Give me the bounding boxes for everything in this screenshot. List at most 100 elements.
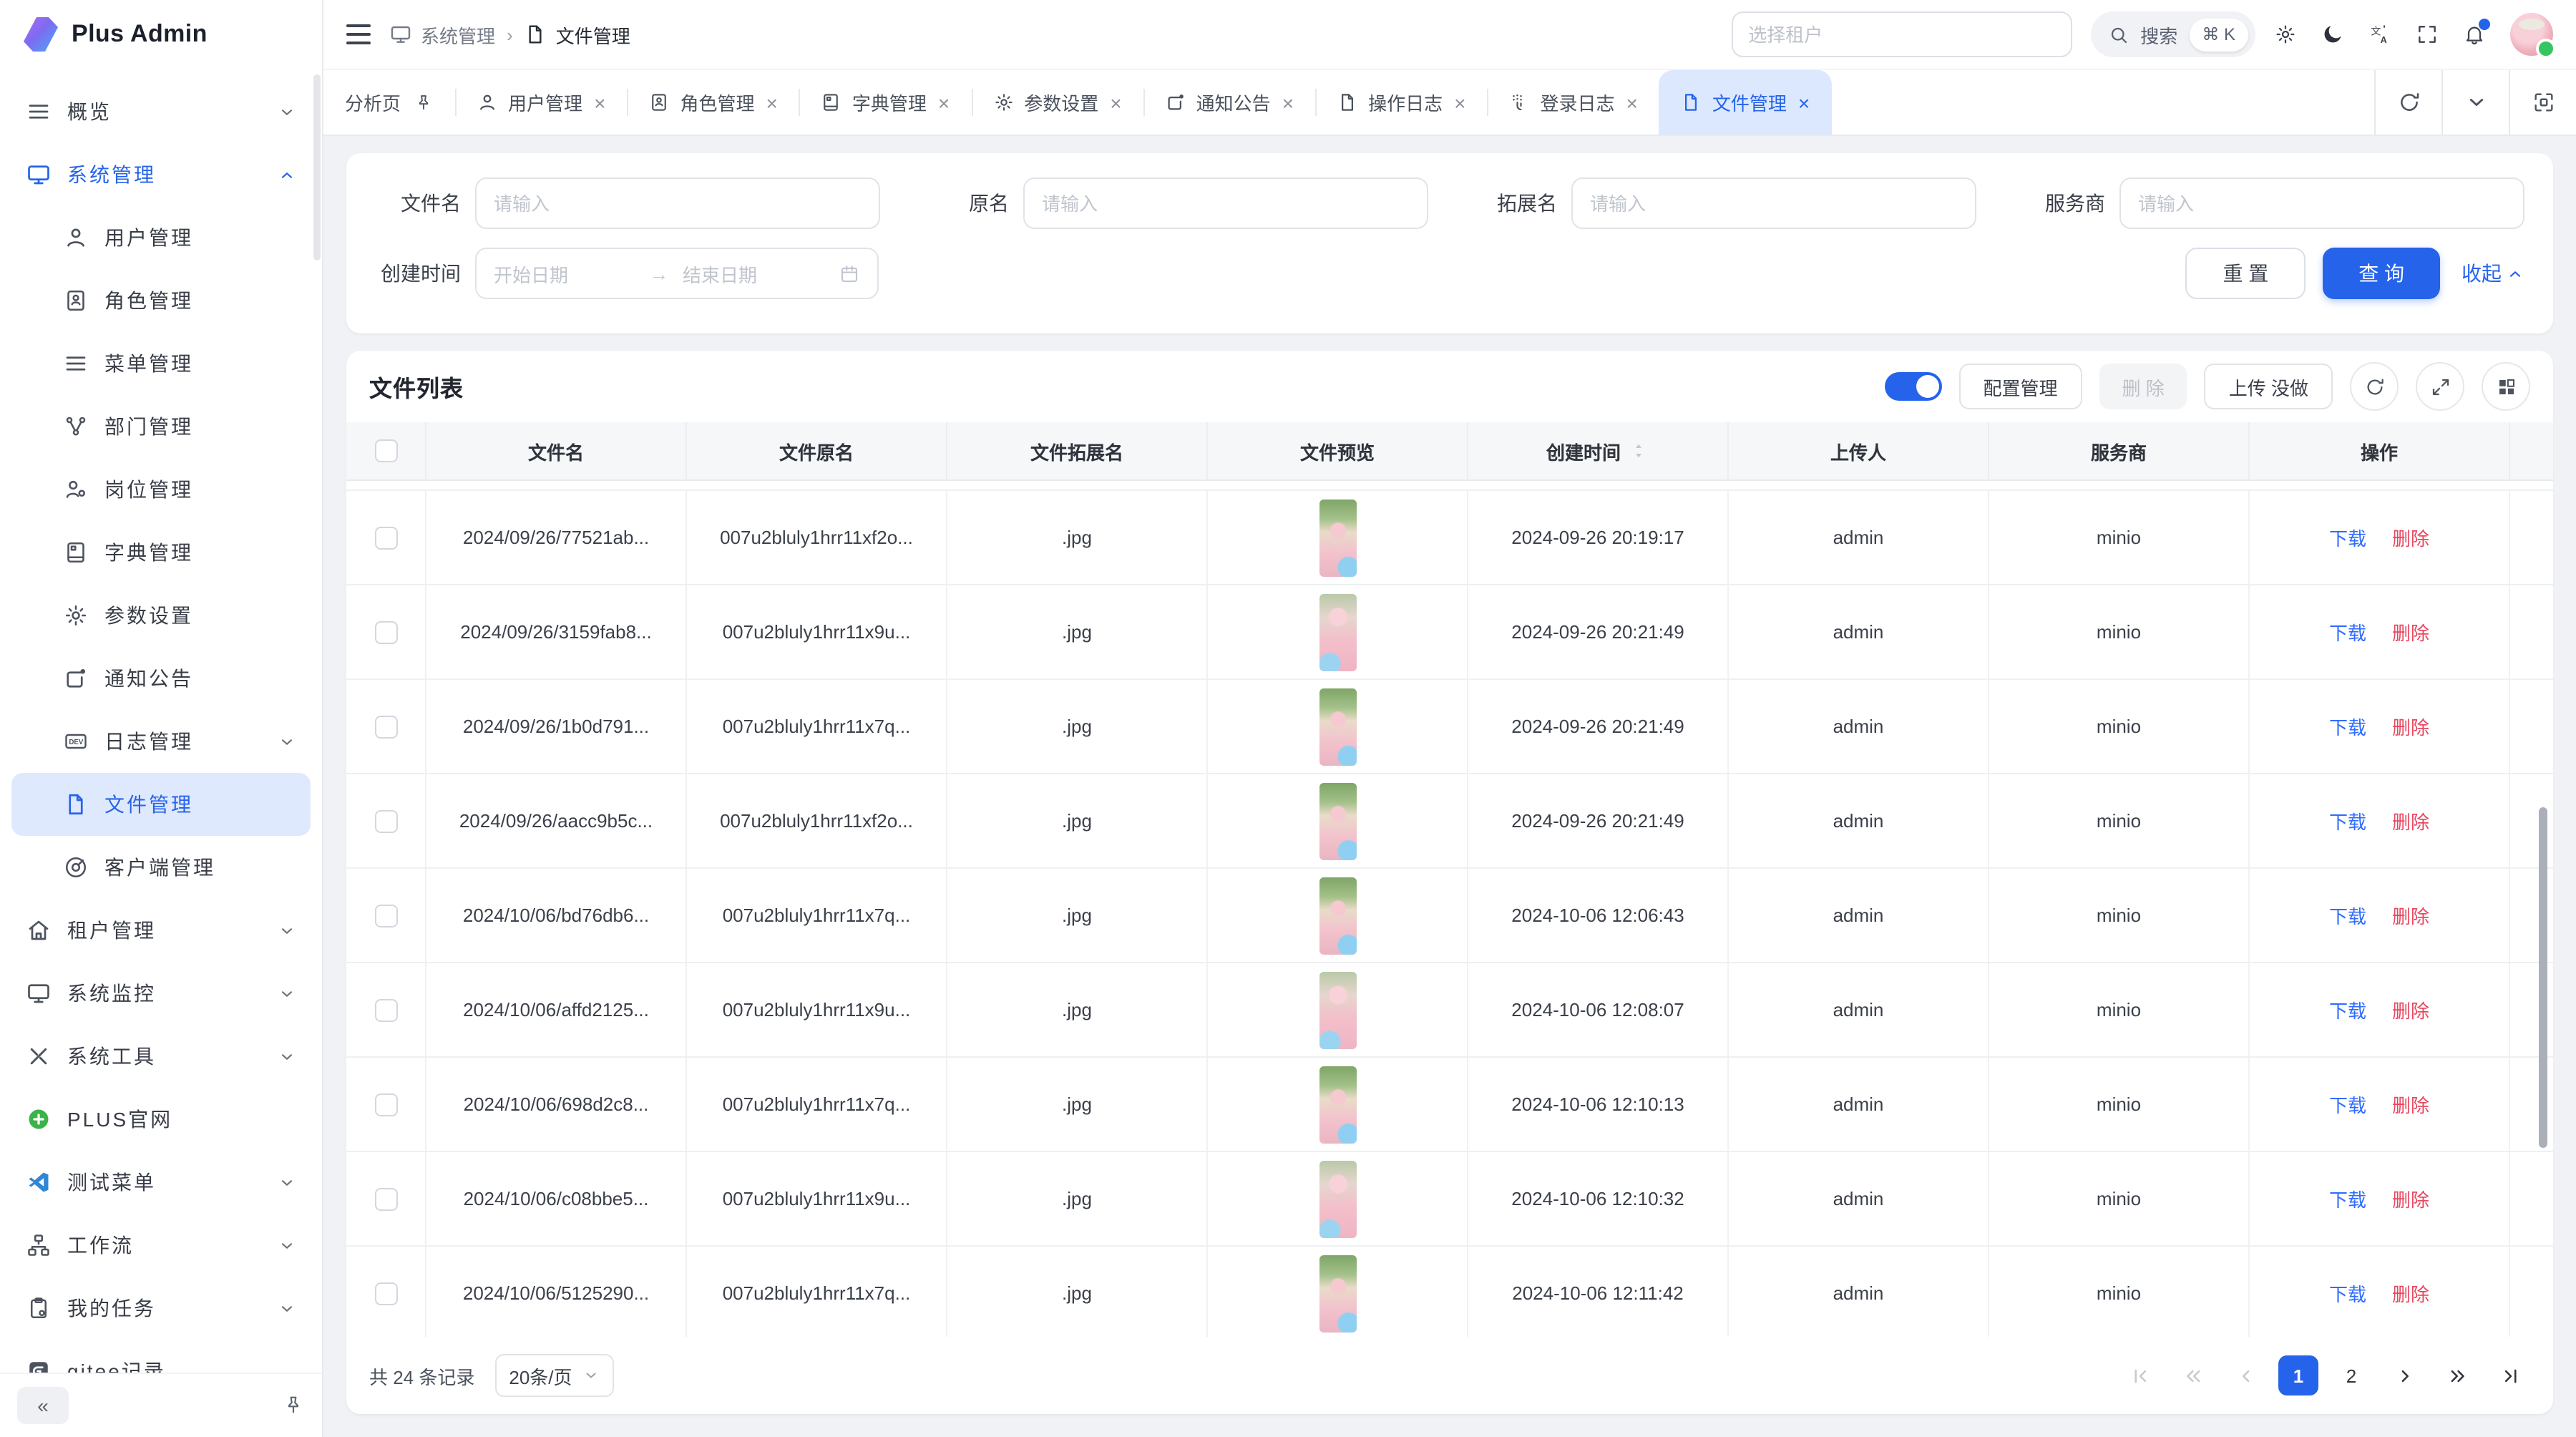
sidebar-item-tenant[interactable]: 租户管理 [11, 899, 311, 962]
delete-link[interactable]: 删除 [2392, 996, 2429, 1023]
toggle-switch[interactable] [1884, 372, 1941, 401]
tabs-refresh-button[interactable] [2374, 70, 2441, 135]
language-icon[interactable] [2368, 23, 2391, 46]
column-header-0[interactable]: 文件名 [426, 422, 687, 479]
sidebar-item-overview[interactable]: 概览 [11, 80, 311, 143]
sidebar-item-tool[interactable]: 系统工具 [11, 1025, 311, 1088]
tab-role[interactable]: 角色管理× [627, 70, 799, 135]
row-checkbox[interactable] [374, 809, 397, 832]
delete-link[interactable]: 删除 [2392, 1091, 2429, 1118]
table-refresh-button[interactable] [2350, 362, 2399, 411]
tab-close-icon[interactable]: × [1282, 92, 1294, 112]
tab-close-icon[interactable]: × [1110, 92, 1121, 112]
download-link[interactable]: 下载 [2329, 1091, 2366, 1118]
column-header-5[interactable]: 上传人 [1729, 422, 1989, 479]
tabs-dropdown-button[interactable] [2441, 70, 2509, 135]
download-link[interactable]: 下载 [2329, 1280, 2366, 1307]
delete-link[interactable]: 删除 [2392, 902, 2429, 929]
tab-close-icon[interactable]: × [766, 92, 777, 112]
column-header-2[interactable]: 文件拓展名 [947, 422, 1208, 479]
tab-close-icon[interactable]: × [594, 92, 605, 112]
sidebar-item-config[interactable]: 参数设置 [11, 584, 311, 647]
column-header-6[interactable]: 服务商 [1989, 422, 2250, 479]
column-header-4[interactable]: 创建时间 [1468, 422, 1729, 479]
table-scrollbar[interactable] [2539, 807, 2547, 1148]
sidebar-pin-icon[interactable] [282, 1394, 305, 1417]
sidebar-item-user[interactable]: 用户管理 [11, 206, 311, 269]
tab-user[interactable]: 用户管理× [455, 70, 627, 135]
column-header-3[interactable]: 文件预览 [1208, 422, 1468, 479]
search-button[interactable]: 查 询 [2323, 248, 2440, 299]
row-checkbox[interactable] [374, 620, 397, 643]
tab-notice[interactable]: 通知公告× [1143, 70, 1315, 135]
pagination-last-button[interactable] [2490, 1355, 2530, 1395]
tab-dict[interactable]: 字典管理× [799, 70, 971, 135]
column-settings-button[interactable] [2482, 362, 2530, 411]
file-preview-thumbnail[interactable] [1319, 971, 1356, 1048]
row-checkbox[interactable] [374, 1093, 397, 1116]
sidebar-item-gitee[interactable]: gitee记录 [11, 1340, 311, 1373]
download-link[interactable]: 下载 [2329, 524, 2366, 551]
filter-input-1[interactable] [1023, 177, 1428, 229]
tab-file[interactable]: 文件管理× [1659, 70, 1831, 135]
column-header-7[interactable]: 操作 [2250, 422, 2510, 479]
table-fullscreen-button[interactable] [2416, 362, 2464, 411]
select-all-checkbox[interactable] [374, 439, 397, 462]
pagination-prev-button[interactable] [2225, 1355, 2265, 1395]
row-checkbox[interactable] [374, 998, 397, 1021]
notifications-button[interactable] [2463, 23, 2486, 46]
sidebar-item-menu[interactable]: 菜单管理 [11, 332, 311, 395]
sidebar-item-workflow[interactable]: 工作流 [11, 1214, 311, 1277]
pagination-page-1[interactable]: 1 [2278, 1355, 2318, 1395]
file-preview-thumbnail[interactable] [1319, 593, 1356, 671]
sidebar-item-client[interactable]: 客户端管理 [11, 836, 311, 899]
delete-link[interactable]: 删除 [2392, 618, 2429, 646]
file-preview-thumbnail[interactable] [1319, 688, 1356, 765]
pagination-next-button[interactable] [2384, 1355, 2424, 1395]
collapse-filters-link[interactable]: 收起 [2462, 259, 2524, 288]
settings-gear-icon[interactable] [2274, 23, 2297, 46]
delete-link[interactable]: 删除 [2392, 807, 2429, 834]
sidebar-scrollbar[interactable] [313, 74, 321, 260]
delete-link[interactable]: 删除 [2392, 1185, 2429, 1212]
download-link[interactable]: 下载 [2329, 1185, 2366, 1212]
sidebar-item-post[interactable]: 岗位管理 [11, 458, 311, 521]
reset-button[interactable]: 重 置 [2185, 248, 2306, 299]
row-checkbox[interactable] [374, 1187, 397, 1210]
download-link[interactable]: 下载 [2329, 996, 2366, 1023]
filter-input-3[interactable] [2119, 177, 2524, 229]
tab-analysis[interactable]: 分析页 [323, 70, 455, 135]
tab-close-icon[interactable]: × [1626, 92, 1638, 112]
pagination-next-jump-button[interactable] [2437, 1355, 2477, 1395]
pin-icon[interactable] [414, 92, 434, 112]
download-link[interactable]: 下载 [2329, 807, 2366, 834]
file-preview-thumbnail[interactable] [1319, 1066, 1356, 1143]
hamburger-menu-icon[interactable] [346, 24, 371, 44]
date-range-picker[interactable]: 开始日期 → 结束日期 [475, 248, 879, 299]
file-preview-thumbnail[interactable] [1319, 1255, 1356, 1332]
tab-close-icon[interactable]: × [1798, 92, 1810, 112]
download-link[interactable]: 下载 [2329, 618, 2366, 646]
delete-link[interactable]: 删除 [2392, 524, 2429, 551]
page-size-select[interactable]: 20条/页 [494, 1354, 613, 1397]
sidebar-item-test[interactable]: 测试菜单 [11, 1151, 311, 1214]
breadcrumb-item-file[interactable]: 文件管理 [525, 21, 630, 48]
sidebar-item-plusweb[interactable]: PLUS官网 [11, 1088, 311, 1151]
dark-mode-moon-icon[interactable] [2321, 23, 2344, 46]
download-link[interactable]: 下载 [2329, 713, 2366, 740]
user-avatar[interactable] [2510, 13, 2553, 56]
row-checkbox[interactable] [374, 1282, 397, 1305]
tenant-select[interactable] [1731, 11, 2072, 57]
sidebar-item-dept[interactable]: 部门管理 [11, 395, 311, 458]
config-manage-button[interactable]: 配置管理 [1958, 364, 2082, 409]
sidebar-item-role[interactable]: 角色管理 [11, 269, 311, 332]
delete-link[interactable]: 删除 [2392, 1280, 2429, 1307]
sidebar-item-system[interactable]: 系统管理 [11, 143, 311, 206]
tab-loginlog[interactable]: 登录日志× [1487, 70, 1659, 135]
pagination-prev-jump-button[interactable] [2172, 1355, 2212, 1395]
sidebar-item-dict[interactable]: 字典管理 [11, 521, 311, 584]
file-preview-thumbnail[interactable] [1319, 782, 1356, 859]
fullscreen-icon[interactable] [2416, 23, 2439, 46]
file-preview-thumbnail[interactable] [1319, 499, 1356, 576]
row-checkbox[interactable] [374, 715, 397, 738]
